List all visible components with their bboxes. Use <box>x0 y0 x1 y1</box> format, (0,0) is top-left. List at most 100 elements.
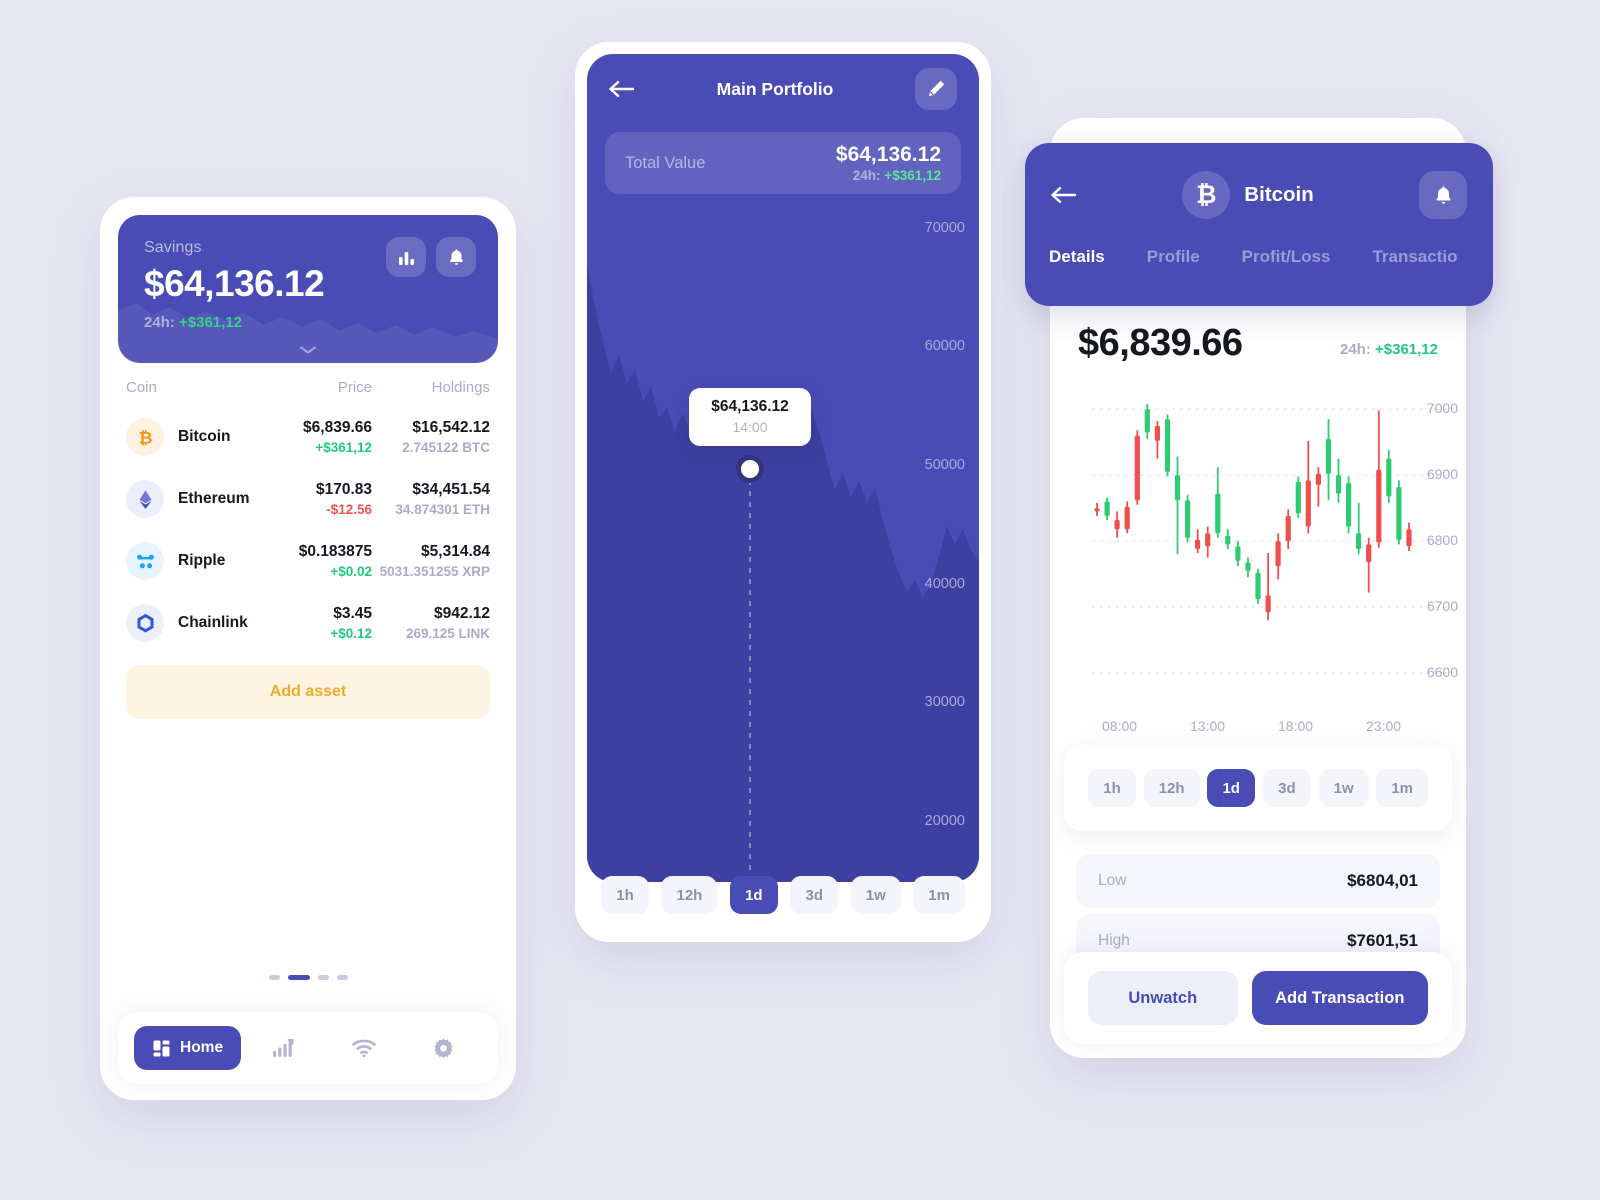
bar-chart-icon <box>398 251 414 265</box>
stats-icon <box>273 1039 294 1057</box>
savings-change: 24h: +$361,12 <box>144 314 472 331</box>
tab-profit-loss[interactable]: Profit/Loss <box>1242 247 1331 267</box>
area-chart-region[interactable]: 70000 60000 50000 40000 30000 20000 $64,136.1… <box>587 206 979 882</box>
candle-x-tick: 18:00 <box>1278 718 1314 734</box>
coin-row[interactable]: Chainlink $3.45 +$0.12 $942.12 269.125 LINK <box>126 592 490 654</box>
coin-holdings-amount: 5031.351255 XRP <box>379 564 490 579</box>
coin-name: Bitcoin <box>178 428 231 445</box>
coin-detail-tabs: Details Profile Profit/Loss Transactio <box>1025 247 1493 267</box>
range-button-1m[interactable]: 1m <box>913 876 965 914</box>
coin-name: Bitcoin <box>1244 183 1314 206</box>
low-label: Low <box>1098 872 1127 889</box>
total-value-change: 24h: +$361,12 <box>836 168 941 183</box>
bottom-navigation-bar: Home <box>118 1012 498 1084</box>
bar-chart-icon-button[interactable] <box>386 237 426 277</box>
bell-icon <box>1435 186 1451 204</box>
page-dot[interactable] <box>268 975 280 980</box>
nav-item-settings[interactable] <box>406 1037 482 1060</box>
coin-range-button-1m[interactable]: 1m <box>1376 769 1428 807</box>
coin-range-button-1w[interactable]: 1w <box>1318 769 1369 807</box>
coin-change-value: +$361,12 <box>1375 341 1438 358</box>
main-portfolio-phone-screen: Main Portfolio Total Value $64,136.12 24… <box>575 42 991 942</box>
back-arrow-icon[interactable] <box>609 80 635 98</box>
bell-icon <box>449 249 463 265</box>
mockup-stage: Savings $64,136.12 24h: +$361,12 Coin Pr… <box>0 0 1600 1200</box>
candle-y-tick: 6600 <box>1426 664 1458 681</box>
range-button-3d[interactable]: 3d <box>790 876 839 914</box>
coin-avatar <box>126 480 164 518</box>
back-arrow-icon[interactable] <box>1051 186 1077 204</box>
coin-row[interactable]: Ethereum $170.83 -$12.56 $34,451.54 34.87430… <box>126 468 490 530</box>
header-price: Price <box>337 379 372 396</box>
range-button-1h[interactable]: 1h <box>601 876 649 914</box>
coin-action-bar: Unwatch Add Transaction <box>1064 952 1452 1044</box>
coin-price-cell: $6,839.66 +$361,12 <box>254 419 372 455</box>
nav-item-stats[interactable] <box>245 1037 321 1059</box>
candle-y-tick: 6900 <box>1426 466 1458 483</box>
bell-icon-button[interactable] <box>436 237 476 277</box>
range-button-12h[interactable]: 12h <box>661 876 718 914</box>
coin-holdings-cell: $34,451.54 34.874301 ETH <box>372 481 490 517</box>
total-change-value: +$361,12 <box>884 168 941 183</box>
total-value-label: Total Value <box>625 153 706 172</box>
savings-hero-card: Savings $64,136.12 24h: +$361,12 <box>118 215 498 363</box>
coin-range-button-3d[interactable]: 3d <box>1262 769 1311 807</box>
alert-bell-button[interactable] <box>1419 171 1467 219</box>
coin-time-range-selector: 1h 12h 1d 3d 1w 1m <box>1064 745 1452 831</box>
coin-price-cell: $3.45 +$0.12 <box>254 605 372 641</box>
coin-holdings-amount: 34.874301 ETH <box>395 502 490 517</box>
ethereum-icon <box>139 490 151 509</box>
page-indicator <box>100 975 516 980</box>
coin-row[interactable]: ₿ Bitcoin $6,839.66 +$361,12 $16,542.12 2.745… <box>126 406 490 468</box>
coin-avatar <box>126 542 164 580</box>
nav-home-label: Home <box>180 1039 224 1056</box>
tab-transactio[interactable]: Transactio <box>1372 247 1457 267</box>
page-dot[interactable] <box>336 975 348 980</box>
coin-change-prefix: 24h: <box>1340 341 1371 358</box>
nav-item-home[interactable]: Home <box>134 1026 242 1070</box>
candle-y-tick: 6800 <box>1426 532 1458 549</box>
range-button-1d[interactable]: 1d <box>729 876 778 914</box>
coin-price: $170.83 <box>315 481 372 498</box>
bitcoin-icon: ₿ <box>1182 171 1231 219</box>
candlestick-chart-region[interactable]: 7000 6900 6800 6700 6600 08:00 13:00 18:00 23:0… <box>1064 390 1466 740</box>
add-asset-button[interactable]: Add asset <box>126 665 490 719</box>
gear-icon <box>434 1038 453 1058</box>
coin-range-button-1d[interactable]: 1d <box>1207 769 1256 807</box>
bitcoin-icon: ₿ <box>138 428 152 447</box>
page-dot[interactable] <box>317 975 329 980</box>
coin-range-button-12h[interactable]: 12h <box>1143 769 1200 807</box>
page-dot-active[interactable] <box>287 975 310 980</box>
nav-item-wifi[interactable] <box>325 1038 401 1058</box>
chainlink-icon <box>137 613 153 633</box>
coin-price: $6,839.66 <box>303 419 372 436</box>
high-label: High <box>1098 932 1130 949</box>
coin-holdings-cell: $5,314.84 5031.351255 XRP <box>372 543 490 579</box>
coin-holdings-value: $942.12 <box>433 605 490 622</box>
tab-profile[interactable]: Profile <box>1147 247 1200 267</box>
coin-avatar: ₿ <box>126 418 164 456</box>
hero-actions <box>386 237 476 277</box>
chevron-down-icon[interactable] <box>299 345 317 355</box>
coin-table: Coin Price Holdings ₿ Bitcoin $6,839.66 +$3… <box>100 379 516 654</box>
portfolio-title: Main Portfolio <box>716 78 834 99</box>
savings-change-prefix: 24h: <box>144 314 175 331</box>
coin-price-cell: $170.83 -$12.56 <box>254 481 372 517</box>
pencil-icon <box>929 80 945 96</box>
tab-details[interactable]: Details <box>1049 247 1105 267</box>
wifi-icon <box>351 1039 376 1058</box>
portfolio-top-bar: Main Portfolio <box>587 54 979 124</box>
coin-row[interactable]: Ripple $0.183875 +$0.02 $5,314.84 5031.35125… <box>126 530 490 592</box>
coin-holdings-value: $16,542.12 <box>412 419 490 436</box>
edit-portfolio-button[interactable] <box>915 68 957 110</box>
coin-range-button-1h[interactable]: 1h <box>1088 769 1136 807</box>
range-button-1w[interactable]: 1w <box>850 876 901 914</box>
candle-x-tick: 08:00 <box>1102 718 1138 734</box>
add-transaction-button[interactable]: Add Transaction <box>1251 971 1428 1025</box>
unwatch-button[interactable]: Unwatch <box>1088 971 1238 1025</box>
coin-price-change: +$361,12 <box>315 440 372 455</box>
portfolio-chart-panel: Main Portfolio Total Value $64,136.12 24… <box>587 54 979 882</box>
tooltip-value: $64,136.12 <box>711 398 789 415</box>
stat-row-low: Low $6804,01 <box>1076 854 1440 908</box>
coin-price-cell: $0.183875 +$0.02 <box>254 543 372 579</box>
